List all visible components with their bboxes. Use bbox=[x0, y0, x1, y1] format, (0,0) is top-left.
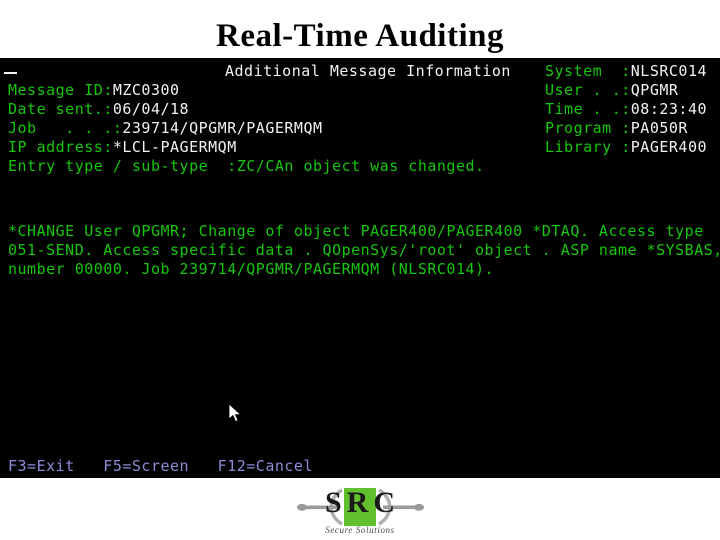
field-entry-type-value: ZC/C bbox=[236, 157, 275, 175]
mouse-pointer-icon bbox=[228, 403, 243, 424]
field-message-id-value: MZC0300 bbox=[112, 81, 180, 99]
function-keys-bar[interactable]: F3=Exit F5=Screen F12=Cancel bbox=[8, 457, 313, 476]
footer-logo: SRC Secure Solutions bbox=[0, 484, 720, 540]
field-date-sent-value: 06/04/18 bbox=[112, 100, 190, 118]
field-library-value: PAGER400 bbox=[630, 138, 708, 156]
field-library-label: Library : bbox=[545, 138, 631, 156]
field-entry-type: Entry type / sub-type :ZC/CAn object was… bbox=[8, 157, 485, 176]
src-logo: SRC Secure Solutions bbox=[284, 484, 436, 540]
field-user-label: User . .: bbox=[545, 81, 631, 99]
field-user-value: QPGMR bbox=[630, 81, 679, 99]
terminal-screen[interactable]: Additional Message Information System :N… bbox=[0, 58, 720, 478]
field-ip-address-value: *LCL-PAGERMQM bbox=[112, 138, 237, 156]
field-library: Library :PAGER400 bbox=[545, 138, 707, 157]
field-time-label: Time . .: bbox=[545, 100, 631, 118]
field-program-label: Program : bbox=[545, 119, 631, 137]
message-body-line: 051-SEND. Access specific data . QOpenSy… bbox=[8, 241, 720, 259]
field-date-sent: Date sent.:06/04/18 bbox=[8, 100, 189, 119]
field-program: Program :PA050R bbox=[545, 119, 688, 138]
field-time: Time . .:08:23:40 bbox=[545, 100, 707, 119]
field-system-value: NLSRC014 bbox=[630, 62, 708, 80]
page-title: Real-Time Auditing bbox=[215, 18, 504, 54]
screenshot-root: Real-Time Auditing Additional Message In… bbox=[0, 0, 720, 540]
field-time-value: 08:23:40 bbox=[630, 100, 708, 118]
field-entry-type-description: An object was changed. bbox=[274, 157, 485, 175]
input-caret bbox=[4, 72, 17, 74]
screen-title: Additional Message Information bbox=[225, 62, 511, 80]
field-job: Job . . .:239714/QPGMR/PAGERMQM bbox=[8, 119, 323, 138]
field-message-id-label: Message ID: bbox=[8, 81, 113, 99]
field-entry-type-label: Entry type / sub-type : bbox=[8, 157, 237, 175]
field-job-value: 239714/QPGMR/PAGERMQM bbox=[122, 119, 323, 137]
field-user: User . .:QPGMR bbox=[545, 81, 678, 100]
logo-tagline: Secure Solutions bbox=[325, 525, 395, 535]
field-ip-address: IP address:*LCL-PAGERMQM bbox=[8, 138, 237, 157]
field-message-id: Message ID:MZC0300 bbox=[8, 81, 180, 100]
message-body-line: *CHANGE User QPGMR; Change of object PAG… bbox=[8, 222, 704, 240]
field-date-sent-label: Date sent.: bbox=[8, 100, 113, 118]
field-system: System :NLSRC014 bbox=[545, 62, 707, 81]
logo-wordmark: SRC bbox=[324, 486, 400, 519]
field-job-label: Job . . .: bbox=[8, 119, 123, 137]
field-program-value: PA050R bbox=[630, 119, 688, 137]
field-ip-address-label: IP address: bbox=[8, 138, 113, 156]
field-system-label: System : bbox=[545, 62, 631, 80]
message-body-line: number 00000. Job 239714/QPGMR/PAGERMQM … bbox=[8, 260, 495, 278]
